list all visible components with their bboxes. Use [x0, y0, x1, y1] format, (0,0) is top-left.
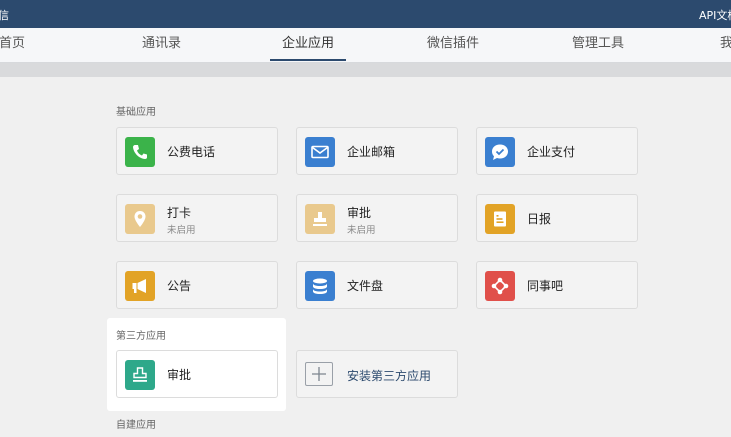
stamp-icon [305, 204, 335, 234]
nav-me[interactable]: 我 [720, 28, 731, 62]
app-status: 未启用 [347, 225, 376, 236]
app-card-pay[interactable]: 企业支付 [476, 127, 638, 175]
nav-wechat-plugin[interactable]: 微信插件 [427, 28, 479, 62]
app-card-files[interactable]: 文件盘 [296, 261, 458, 309]
nav-contacts[interactable]: 通讯录 [142, 28, 181, 62]
app-card-notice[interactable]: 公告 [116, 261, 278, 309]
stamp-icon [125, 360, 155, 390]
section-third-party-apps: 第三方应用 [116, 331, 166, 342]
plus-icon [305, 362, 333, 386]
chat-check-icon [485, 137, 515, 167]
mail-icon [305, 137, 335, 167]
megaphone-icon [125, 271, 155, 301]
app-label: 企业邮箱 [347, 145, 396, 159]
network-icon [485, 271, 515, 301]
app-label: 文件盘 [347, 279, 384, 293]
app-label: 审批 [347, 206, 372, 220]
app-card-mail[interactable]: 企业邮箱 [296, 127, 458, 175]
app-label: 日报 [527, 212, 552, 226]
report-icon [485, 204, 515, 234]
nav-divider-band [0, 63, 731, 77]
location-pin-icon [125, 204, 155, 234]
app-label: 企业支付 [527, 145, 576, 159]
install-label: 安装第三方应用 [347, 369, 432, 383]
nav-home[interactable]: 首页 [0, 28, 25, 62]
app-status: 未启用 [167, 225, 196, 236]
app-label: 审批 [167, 368, 192, 382]
app-label: 公费电话 [167, 145, 216, 159]
brand-title: 信 [0, 9, 9, 22]
app-card-approval-third-party[interactable]: 审批 [116, 350, 278, 398]
app-card-forum[interactable]: 同事吧 [476, 261, 638, 309]
app-card-checkin[interactable]: 打卡 未启用 [116, 194, 278, 242]
top-bar: 信 API文档 [0, 0, 731, 28]
app-card-phone[interactable]: 公费电话 [116, 127, 278, 175]
database-icon [305, 271, 335, 301]
install-third-party-button[interactable]: 安装第三方应用 [296, 350, 458, 398]
api-docs-link[interactable]: API文档 [699, 7, 731, 23]
main-nav: 首页 通讯录 企业应用 微信插件 管理工具 我 [0, 28, 731, 63]
app-card-daily[interactable]: 日报 [476, 194, 638, 242]
section-basic-apps: 基础应用 [116, 107, 156, 118]
nav-enterprise-apps[interactable]: 企业应用 [269, 28, 347, 62]
section-custom-apps: 自建应用 [116, 420, 156, 431]
app-card-approval[interactable]: 审批 未启用 [296, 194, 458, 242]
app-label: 打卡 [167, 206, 192, 220]
phone-icon [125, 137, 155, 167]
app-label: 同事吧 [527, 279, 564, 293]
nav-admin-tools[interactable]: 管理工具 [572, 28, 624, 62]
app-label: 公告 [167, 279, 192, 293]
